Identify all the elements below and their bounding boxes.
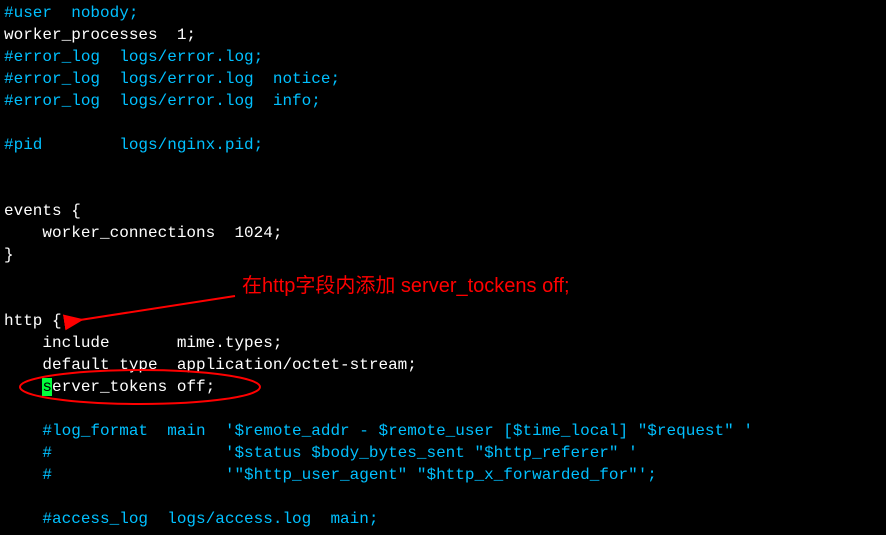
code-line: include mime.types; xyxy=(4,334,282,352)
code-token: default_type application/octet-stream; xyxy=(4,356,417,374)
code-line: worker_processes 1; xyxy=(4,26,196,44)
code-line: #error_log logs/error.log info; xyxy=(4,92,321,110)
code-token: worker_connections 1024; xyxy=(4,224,282,242)
code-token: #error_log logs/error.log info; xyxy=(4,92,321,110)
code-token: #user nobody; xyxy=(4,4,138,22)
code-token xyxy=(4,510,42,528)
code-token: worker_processes 1; xyxy=(4,26,196,44)
code-line: #pid logs/nginx.pid; xyxy=(4,136,263,154)
code-token: events { xyxy=(4,202,81,220)
code-token xyxy=(4,466,42,484)
code-token: include mime.types; xyxy=(4,334,282,352)
code-line: http { xyxy=(4,312,62,330)
code-line: #user nobody; xyxy=(4,4,138,22)
code-line: default_type application/octet-stream; xyxy=(4,356,417,374)
code-token: #access_log logs/access.log main; xyxy=(42,510,378,528)
code-token: #error_log logs/error.log notice; xyxy=(4,70,340,88)
code-line: #access_log logs/access.log main; xyxy=(4,510,378,528)
code-token: #error_log logs/error.log; xyxy=(4,48,263,66)
code-line: #log_format main '$remote_addr - $remote… xyxy=(4,422,753,440)
code-line: server_tokens off; xyxy=(4,378,215,396)
code-token: s xyxy=(42,378,52,396)
code-token: #pid logs/nginx.pid; xyxy=(4,136,263,154)
code-line: #error_log logs/error.log; xyxy=(4,48,263,66)
code-token xyxy=(4,378,42,396)
code-line: events { xyxy=(4,202,81,220)
code-line: # '$status $body_bytes_sent "$http_refer… xyxy=(4,444,638,462)
code-token xyxy=(4,422,42,440)
code-token: # '$status $body_bytes_sent "$http_refer… xyxy=(42,444,637,462)
code-token xyxy=(4,444,42,462)
code-token: # '"$http_user_agent" "$http_x_forwarded… xyxy=(42,466,657,484)
code-line: # '"$http_user_agent" "$http_x_forwarded… xyxy=(4,466,657,484)
code-token: http { xyxy=(4,312,62,330)
code-token: erver_tokens off; xyxy=(52,378,215,396)
code-token: #log_format main '$remote_addr - $remote… xyxy=(42,422,753,440)
code-line: } xyxy=(4,246,14,264)
terminal-text-editor[interactable]: #user nobody; worker_processes 1; #error… xyxy=(4,2,886,530)
code-line: #error_log logs/error.log notice; xyxy=(4,70,340,88)
code-token: } xyxy=(4,246,14,264)
code-line: worker_connections 1024; xyxy=(4,224,282,242)
